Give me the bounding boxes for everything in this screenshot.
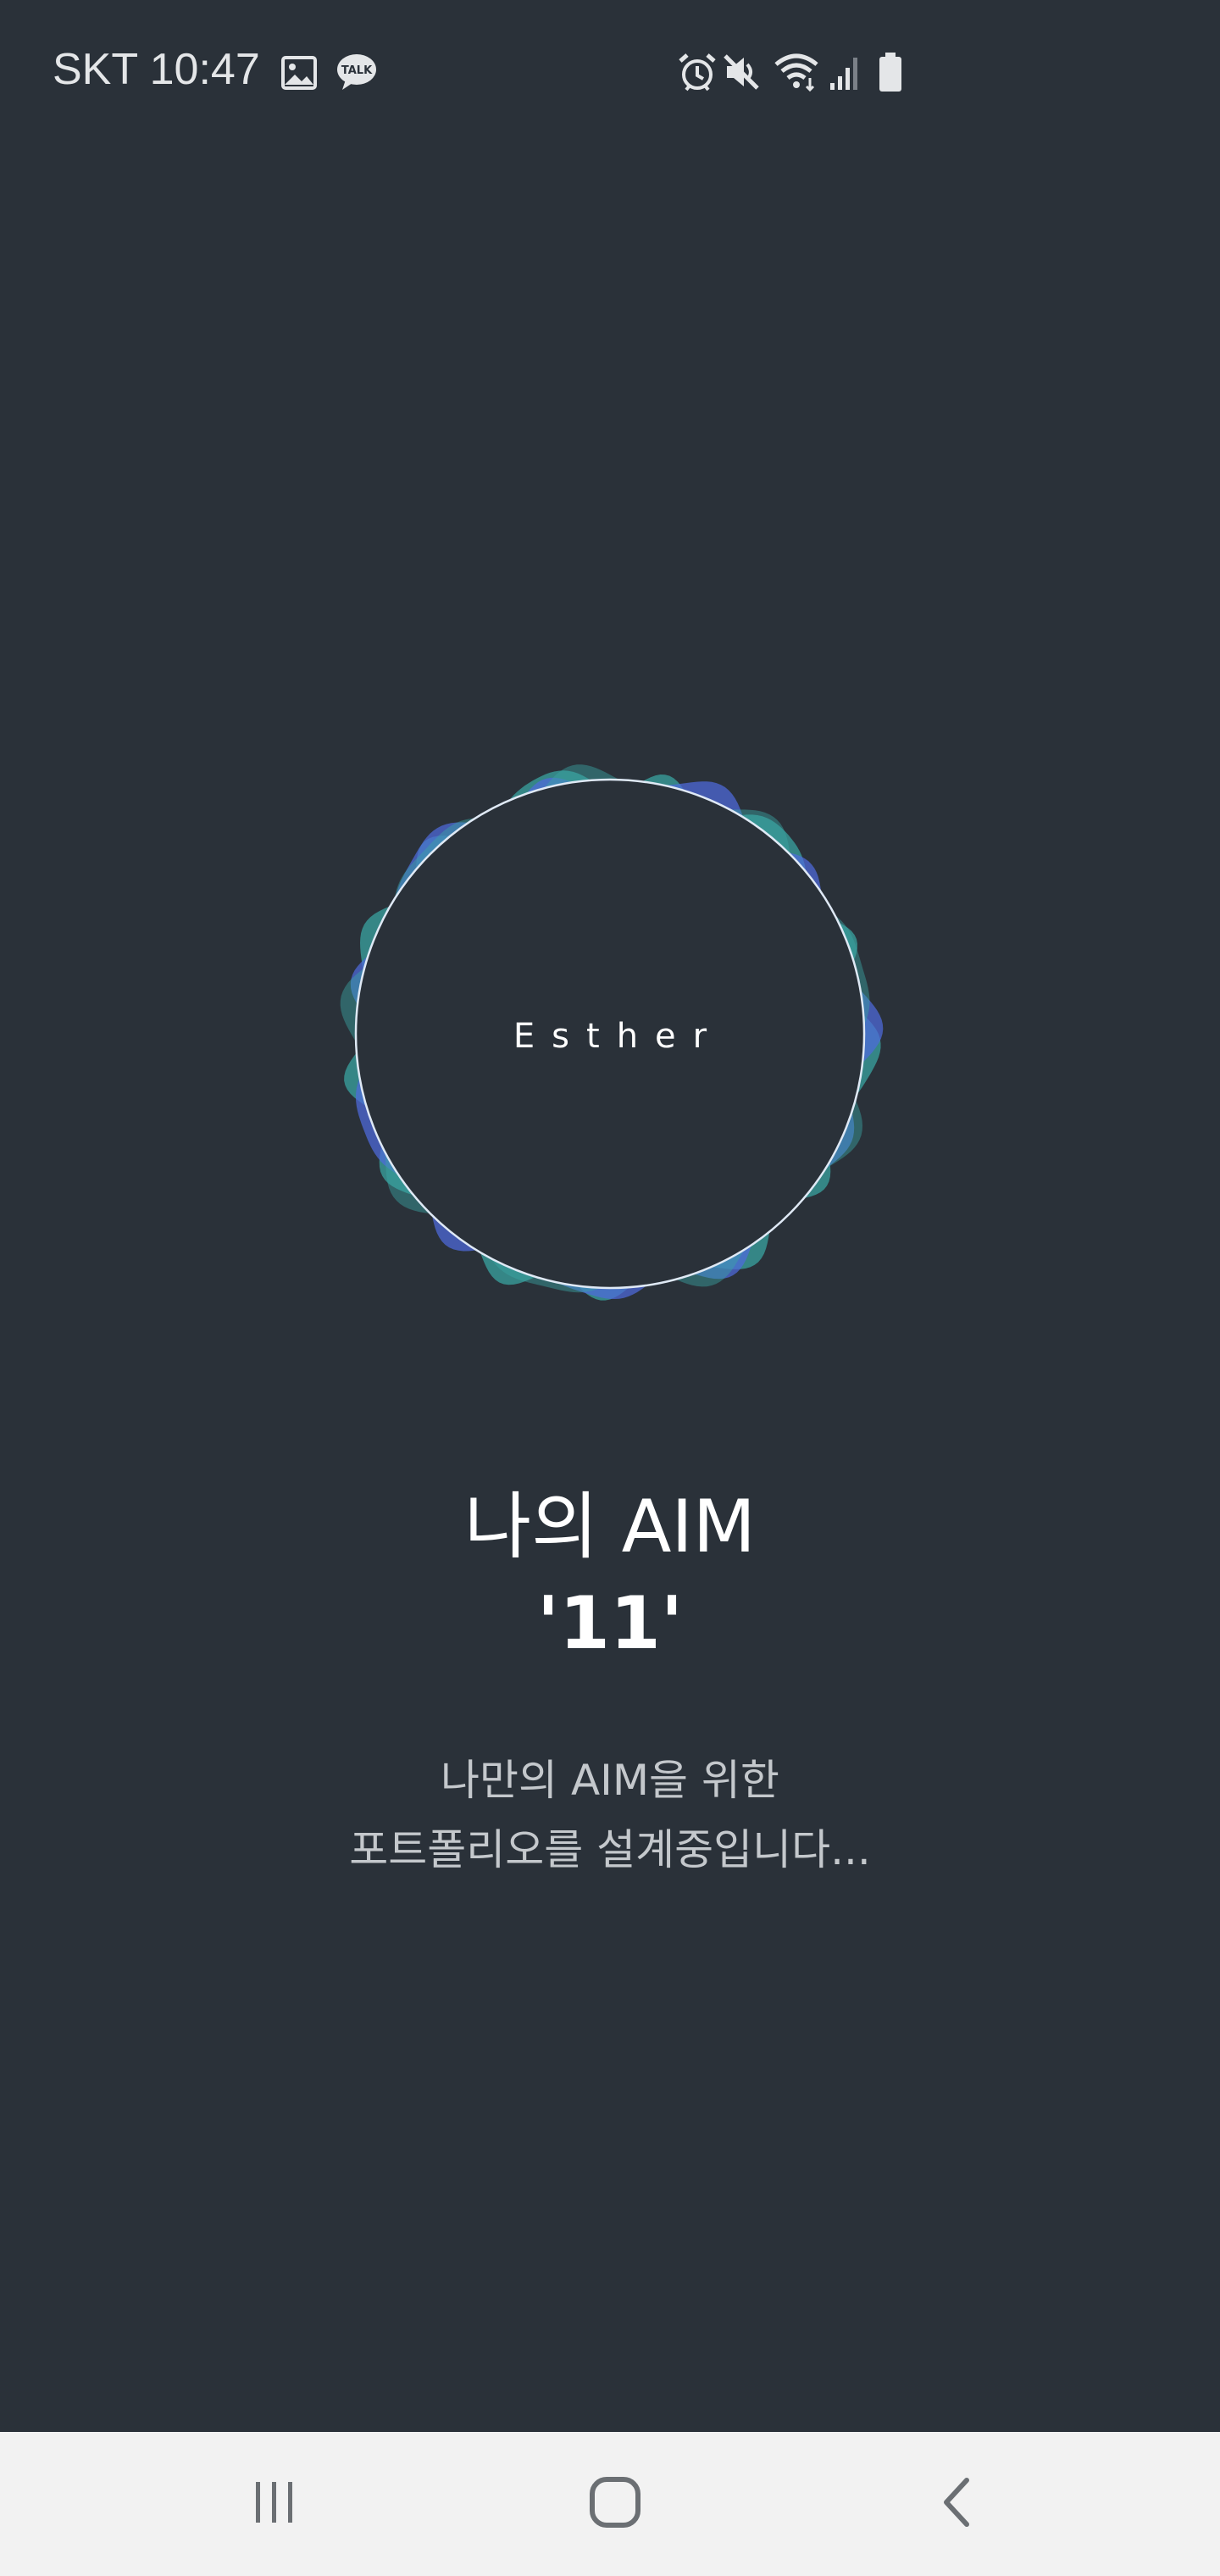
recent-apps-icon (249, 2479, 300, 2529)
loading-message-line2: 포트폴리오를 설계중입니다... (349, 1825, 871, 1874)
status-bar: SKT 10:47 TALK (0, 0, 1220, 146)
carrier-time: SKT 10:47 (53, 45, 260, 94)
home-icon (588, 2475, 642, 2533)
home-button[interactable] (530, 2432, 700, 2576)
aim-value: '11' (536, 1581, 684, 1666)
signal-icon (829, 54, 862, 95)
aim-title: 나의 AIM (464, 1485, 756, 1569)
recent-apps-button[interactable] (190, 2432, 359, 2576)
navigation-bar (0, 2432, 1220, 2576)
back-icon (936, 2475, 979, 2533)
loading-message: 나만의 AIM을 위한 포트폴리오를 설계중입니다... (0, 1746, 1220, 1885)
gallery-icon (281, 56, 317, 93)
alarm-icon (678, 53, 717, 97)
user-name: Esther (513, 1017, 724, 1056)
battery-icon (878, 51, 903, 97)
loading-message-line1: 나만의 AIM을 위한 (441, 1756, 779, 1805)
kakaotalk-label: TALK (341, 64, 373, 77)
mute-icon (722, 53, 761, 95)
back-button[interactable] (873, 2432, 1042, 2576)
kakaotalk-icon: TALK (336, 53, 378, 95)
wifi-icon (773, 53, 820, 95)
